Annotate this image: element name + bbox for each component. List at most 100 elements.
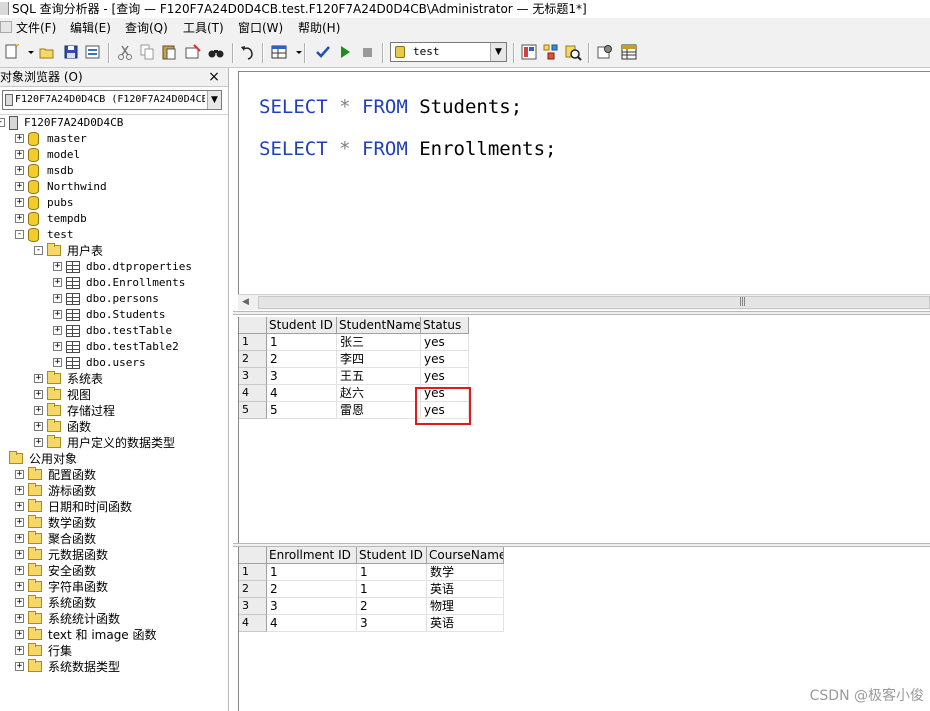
menu-help[interactable]: 帮助(H) [298, 18, 340, 38]
parse-icon[interactable] [314, 43, 332, 61]
tree-database-model[interactable]: + model [0, 147, 228, 163]
tree-folder-1[interactable]: + 视图 [0, 387, 228, 403]
scroll-left-icon[interactable]: ◀ [242, 295, 249, 310]
expand-plus-icon[interactable]: + [15, 134, 24, 143]
students-grid-cell[interactable]: 王五 [337, 368, 421, 385]
tree-folder-4[interactable]: + 用户定义的数据类型 [0, 435, 228, 451]
expand-plus-icon[interactable]: + [15, 662, 24, 671]
expand-plus-icon[interactable]: + [15, 198, 24, 207]
tree-database-test[interactable]: - test [0, 227, 228, 243]
enrollments-grid-row-number[interactable]: 3 [239, 598, 267, 615]
students-grid-row-number[interactable]: 2 [239, 351, 267, 368]
enrollments-grid-column-header[interactable]: Student ID [357, 547, 427, 564]
collapse-minus-icon[interactable]: - [34, 246, 43, 255]
undo-icon[interactable] [238, 43, 256, 61]
results-dropdown-icon[interactable] [290, 43, 302, 61]
tree-common-object-10[interactable]: + text 和 image 函数 [0, 627, 228, 643]
tree-table-persons[interactable]: + dbo.persons [0, 291, 228, 307]
tree-server-node[interactable]: - F120F7A24D0D4CB [0, 115, 228, 131]
students-grid-cell[interactable]: 2 [267, 351, 337, 368]
students-grid-cell[interactable]: 雷恩 [337, 402, 421, 419]
expand-plus-icon[interactable]: + [53, 278, 62, 287]
tree-database-master[interactable]: + master [0, 131, 228, 147]
menu-file[interactable]: 文件(F) [16, 18, 56, 38]
collapse-minus-icon[interactable]: - [0, 118, 5, 127]
display-plan-icon[interactable] [564, 43, 582, 61]
expand-plus-icon[interactable]: + [34, 438, 43, 447]
enrollments-grid-cell[interactable]: 2 [357, 598, 427, 615]
students-grid-row-number[interactable]: 4 [239, 385, 267, 402]
sql-editor[interactable]: SELECT * FROM Students; SELECT * FROM En… [238, 71, 930, 294]
enrollments-grid-cell[interactable]: 3 [357, 615, 427, 632]
tree-common-object-0[interactable]: + 配置函数 [0, 467, 228, 483]
open-icon[interactable] [38, 43, 56, 61]
menu-window[interactable]: 窗口(W) [238, 18, 283, 38]
enrollments-grid-cell[interactable]: 2 [267, 581, 357, 598]
insert-template-icon[interactable] [84, 43, 102, 61]
expand-plus-icon[interactable]: + [15, 502, 24, 511]
paste-icon[interactable] [160, 43, 178, 61]
menu-tools[interactable]: 工具(T) [183, 18, 224, 38]
expand-plus-icon[interactable]: + [53, 294, 62, 303]
students-grid-row-number[interactable]: 1 [239, 334, 267, 351]
tree-common-object-4[interactable]: + 聚合函数 [0, 531, 228, 547]
expand-plus-icon[interactable]: + [15, 550, 24, 559]
object-search-icon[interactable] [542, 43, 560, 61]
expand-plus-icon[interactable]: + [53, 326, 62, 335]
expand-plus-icon[interactable]: + [15, 150, 24, 159]
tree-table-testtable2[interactable]: + dbo.testTable2 [0, 339, 228, 355]
expand-plus-icon[interactable]: + [15, 470, 24, 479]
enrollments-grid-row-number[interactable]: 4 [239, 615, 267, 632]
execute-icon[interactable] [336, 43, 354, 61]
enrollments-grid-cell[interactable]: 1 [357, 564, 427, 581]
students-grid-cell[interactable]: 赵六 [337, 385, 421, 402]
menu-query[interactable]: 查询(Q) [125, 18, 168, 38]
students-grid-cell[interactable]: 李四 [337, 351, 421, 368]
enrollments-grid-column-header[interactable]: Enrollment ID [267, 547, 357, 564]
document-menu-icon[interactable] [0, 21, 12, 33]
tree-common-object-6[interactable]: + 安全函数 [0, 563, 228, 579]
new-query-dropdown-icon[interactable] [22, 43, 34, 61]
expand-plus-icon[interactable]: + [34, 422, 43, 431]
tree-common-object-1[interactable]: + 游标函数 [0, 483, 228, 499]
students-grid-cell[interactable]: yes [421, 334, 469, 351]
tree-table-testtable[interactable]: + dbo.testTable [0, 323, 228, 339]
expand-plus-icon[interactable]: + [34, 390, 43, 399]
expand-plus-icon[interactable]: + [53, 262, 62, 271]
copy-icon[interactable] [138, 43, 156, 61]
tree-common-object-7[interactable]: + 字符串函数 [0, 579, 228, 595]
students-grid-cell[interactable]: 1 [267, 334, 337, 351]
enrollments-grid-row-number[interactable]: 1 [239, 564, 267, 581]
expand-plus-icon[interactable]: + [15, 166, 24, 175]
expand-plus-icon[interactable]: + [53, 358, 62, 367]
enrollments-grid-cell[interactable]: 1 [357, 581, 427, 598]
enrollments-grid-cell[interactable]: 1 [267, 564, 357, 581]
tree-common-object-11[interactable]: + 行集 [0, 643, 228, 659]
object-browser-icon[interactable] [520, 43, 538, 61]
enrollments-grid-cell[interactable]: 物理 [427, 598, 504, 615]
editor-horizontal-scrollbar[interactable]: ◀ ||| [238, 294, 930, 310]
enrollments-grid-cell[interactable]: 英语 [427, 581, 504, 598]
tree-folder-2[interactable]: + 存储过程 [0, 403, 228, 419]
new-query-icon[interactable] [3, 43, 21, 61]
expand-plus-icon[interactable]: + [15, 614, 24, 623]
tree-table-dtproperties[interactable]: + dbo.dtproperties [0, 259, 228, 275]
chevron-down-icon[interactable]: ▼ [207, 91, 221, 109]
expand-plus-icon[interactable]: + [15, 182, 24, 191]
tree-common-object-2[interactable]: + 日期和时间函数 [0, 499, 228, 515]
tree-folder-0[interactable]: + 系统表 [0, 371, 228, 387]
expand-plus-icon[interactable]: + [15, 518, 24, 527]
students-grid-column-header[interactable]: Student ID [267, 317, 337, 334]
tree-folder-user-tables[interactable]: - 用户表 [0, 243, 228, 259]
tree-database-msdb[interactable]: + msdb [0, 163, 228, 179]
tree-common-object-9[interactable]: + 系统统计函数 [0, 611, 228, 627]
tree-common-object-5[interactable]: + 元数据函数 [0, 547, 228, 563]
expand-plus-icon[interactable]: + [15, 534, 24, 543]
enrollments-grid-cell[interactable]: 数学 [427, 564, 504, 581]
students-grid-cell[interactable]: 5 [267, 402, 337, 419]
save-icon[interactable] [62, 43, 80, 61]
students-grid-cell[interactable]: yes [421, 351, 469, 368]
expand-plus-icon[interactable]: + [34, 406, 43, 415]
tree-folder-3[interactable]: + 函数 [0, 419, 228, 435]
clear-icon[interactable] [184, 43, 202, 61]
